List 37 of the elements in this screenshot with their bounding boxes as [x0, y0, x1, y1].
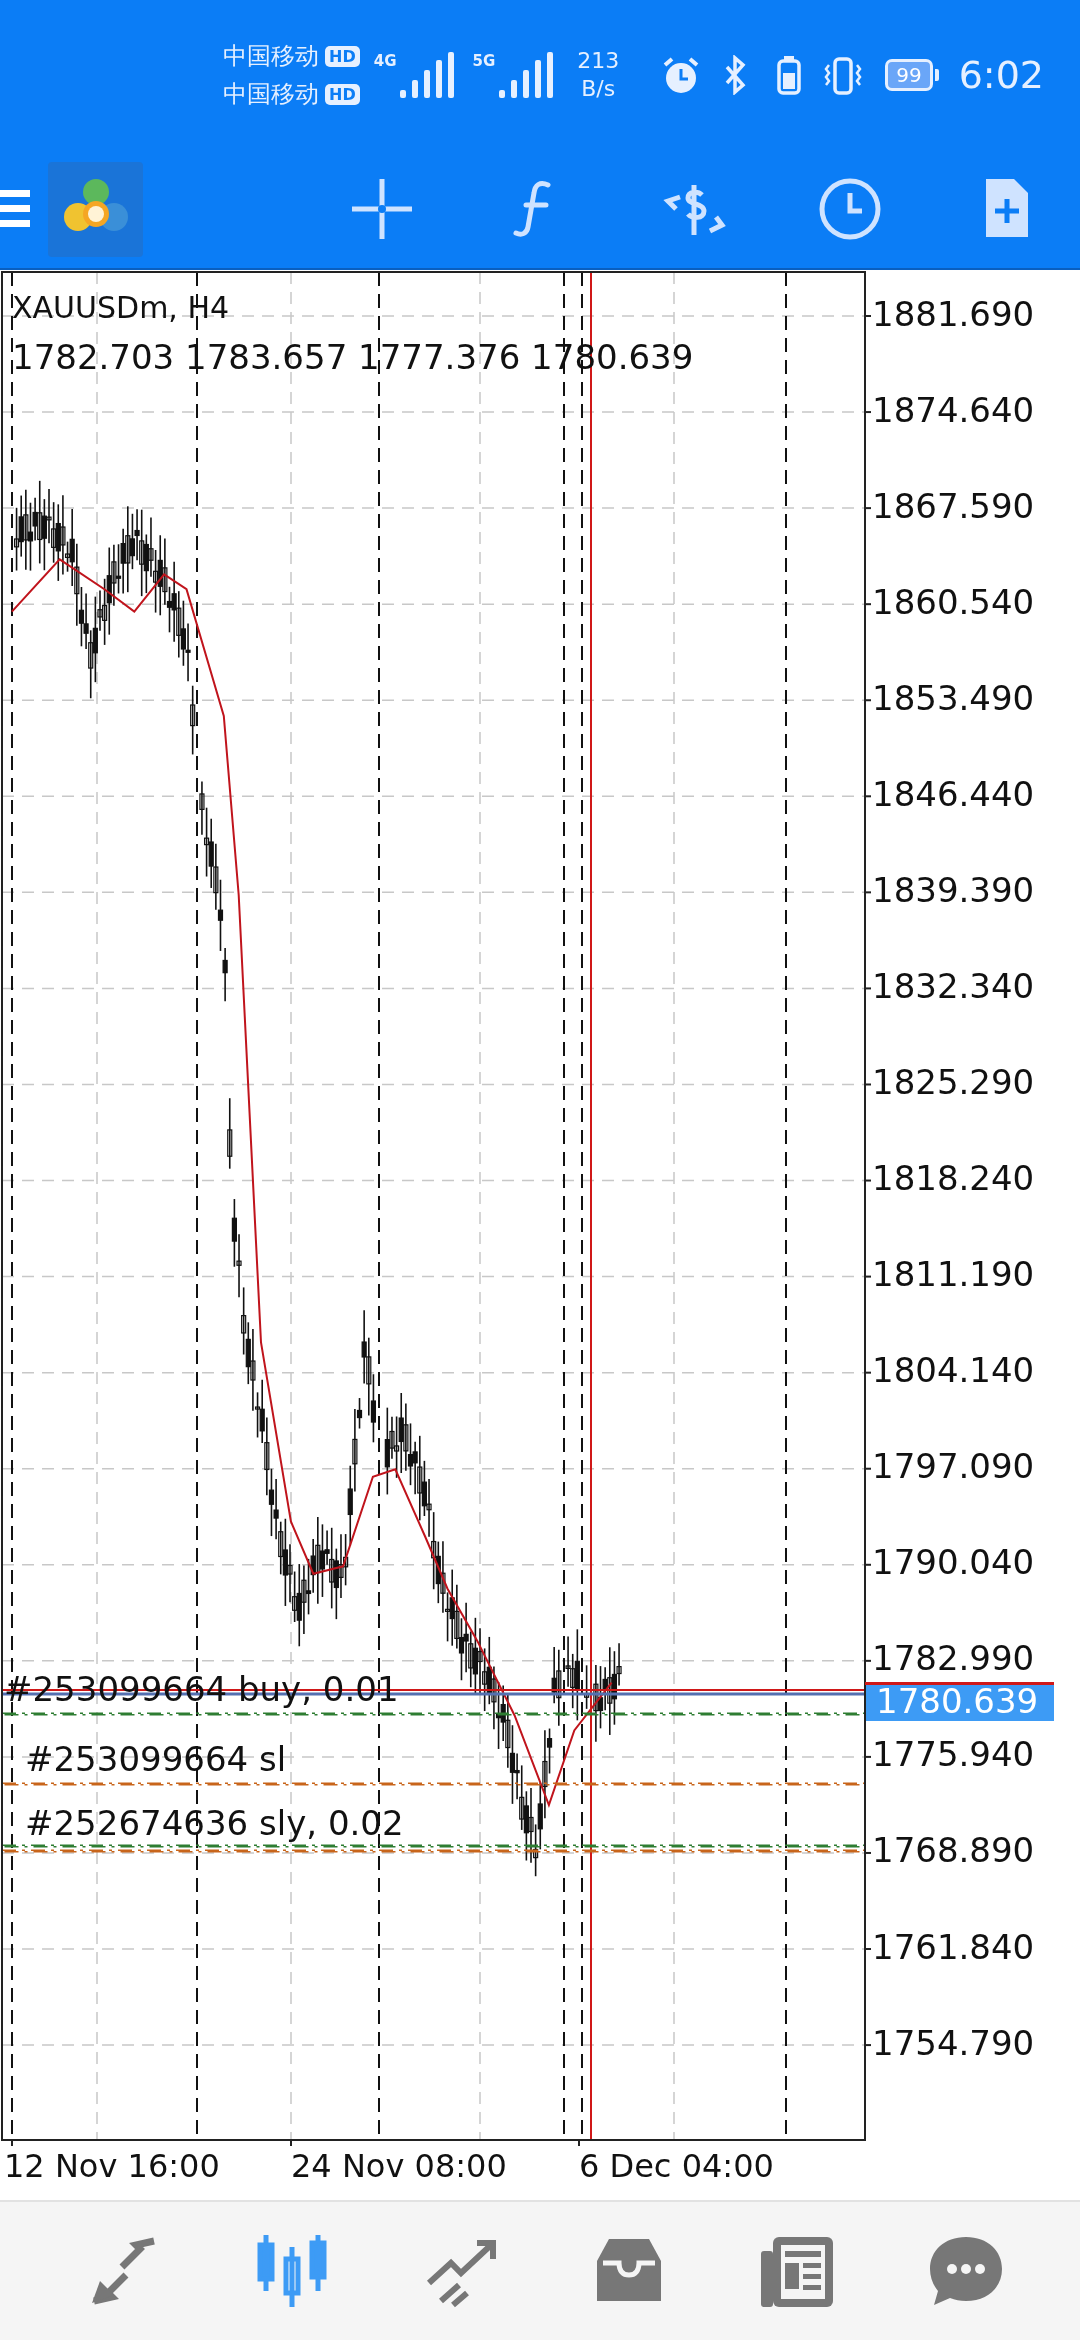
- price-label: 1846.440: [872, 773, 1035, 814]
- price-label: 1874.640: [872, 389, 1035, 430]
- price-label: 1811.190: [872, 1254, 1035, 1295]
- carrier-name: 中国移动: [223, 41, 320, 72]
- carrier-name: 中国移动: [223, 79, 320, 110]
- price-label: 1754.790: [872, 2022, 1035, 2063]
- clock-time: 6:02: [958, 53, 1044, 97]
- price-label: 1782.990: [872, 1638, 1035, 1679]
- price-label: 1881.690: [872, 293, 1035, 334]
- price-label: 1839.390: [872, 869, 1035, 910]
- price-label: 1775.940: [872, 1734, 1035, 1775]
- network-type: 4G: [373, 52, 397, 70]
- app-logo[interactable]: [48, 161, 143, 257]
- network-type: 5G: [472, 52, 496, 70]
- battery-level: 99: [885, 59, 933, 91]
- price-label: 1790.040: [872, 1542, 1035, 1583]
- vibrate-icon: [823, 55, 864, 95]
- price-label: 1825.290: [872, 1062, 1035, 1102]
- price-label: 1853.490: [872, 677, 1035, 718]
- time-label: 24 Nov 08:00: [291, 2147, 507, 2185]
- price-label: 1761.840: [872, 1926, 1035, 1967]
- price-label: 1860.540: [872, 581, 1035, 622]
- price-label: 1818.240: [872, 1158, 1035, 1199]
- time-label: 6 Dec 04:00: [579, 2147, 774, 2185]
- hd-badge: HD: [325, 45, 360, 67]
- time-label: 12 Nov 16:00: [4, 2147, 220, 2185]
- order-label: #252674636 sly, 0.02: [25, 1802, 404, 1843]
- price-label: 1797.090: [872, 1446, 1035, 1487]
- price-label: 1867.590: [872, 485, 1035, 526]
- hd-badge: HD: [325, 83, 360, 105]
- order-label: #253099664 sl: [25, 1738, 287, 1779]
- price-label: 1768.890: [872, 1830, 1035, 1871]
- price-label: 1804.140: [872, 1350, 1035, 1391]
- symbol-label: XAUUSDm, H4: [12, 289, 230, 325]
- network-speed: 213: [577, 47, 620, 75]
- speed-unit: B/s: [581, 75, 616, 103]
- price-label: 1832.340: [872, 965, 1035, 1006]
